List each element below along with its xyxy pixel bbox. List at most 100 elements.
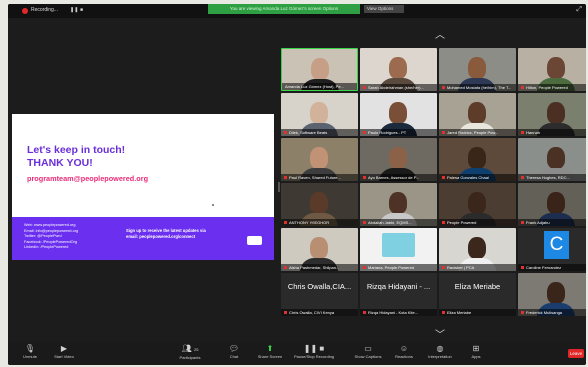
participant-tile[interactable]: People Powered <box>439 183 516 226</box>
participant-name: ANTHONY IYIEGHOR <box>281 219 358 226</box>
participant-name-text: Palesa Gonzales Chaal <box>447 175 489 180</box>
participant-tile[interactable]: Mohamed Mostafa (he/him), The T... <box>439 48 516 91</box>
show-captions-button[interactable]: ▭ Show Captions <box>348 344 388 360</box>
participant-name-text: People Powered <box>447 220 477 225</box>
participant-name-text: Caroline Fernandez <box>526 265 562 270</box>
participant-name: Chris Owalla, CIVI Kenya <box>281 309 358 316</box>
participant-name: Sarah Abdelrahman (she/her)... <box>360 84 437 91</box>
participant-name-text: Ravisher | PCA <box>447 265 475 270</box>
fullscreen-icon[interactable]: ⤢ <box>576 6 582 14</box>
participant-name: Caroline Fernandez <box>518 264 586 271</box>
participant-video <box>547 282 565 304</box>
participants-button[interactable]: 👥︎ 25 Participants <box>170 344 210 361</box>
participant-name-text: Theresa Hughes, RDC... <box>526 175 570 180</box>
globe-icon: ◍ <box>436 344 444 353</box>
muted-mic-icon <box>442 266 445 270</box>
share-screen-button[interactable]: ⬆︎ Share Screen <box>250 344 290 360</box>
contact-list: Web: www.peoplepowered.org Email: info@p… <box>24 223 78 251</box>
muted-mic-icon <box>284 176 287 180</box>
participant-tile[interactable]: Jared Rodrics, People Pow... <box>439 93 516 136</box>
participant-tile[interactable]: Paul Raven, Shared Future... <box>281 138 358 181</box>
participant-tile[interactable]: Rizqa Hidayani - ... Rizqa Hidayani - Ko… <box>360 273 437 316</box>
participant-tile[interactable]: Hannah <box>518 93 586 136</box>
participant-tile[interactable]: Theresa Hughes, RDC... <box>518 138 586 181</box>
participant-tile[interactable]: Frank Adjabu <box>518 183 586 226</box>
participant-name-text: Aisha Pashmedar, Shilpan... <box>289 265 340 270</box>
chevron-down-icon[interactable]: ﹀ <box>435 326 445 341</box>
muted-mic-icon <box>442 311 445 315</box>
chevron-up-icon[interactable]: ︿ <box>435 26 445 41</box>
participant-tile[interactable]: Frederick Mulisanga <box>518 273 586 316</box>
participant-name: Frederick Mulisanga <box>518 309 586 316</box>
leave-button[interactable]: Leave <box>568 349 584 358</box>
view-options-button[interactable]: View Options <box>364 5 404 13</box>
participant-name-text: Hilton, People Powered <box>526 85 568 90</box>
muted-mic-icon <box>521 176 524 180</box>
participant-tile[interactable]: Chris Owalla,CIA... Chris Owalla, CIVI K… <box>281 273 358 316</box>
start-video-button[interactable]: ▶︎ Start Video <box>44 344 84 360</box>
participant-tile[interactable]: C Caroline Fernandez <box>518 228 586 271</box>
pause-stop-recording-label: Pause/Stop Recording <box>294 354 335 359</box>
muted-mic-icon <box>442 176 445 180</box>
participant-name: Jared Rodrics, People Pow... <box>439 129 516 136</box>
muted-mic-icon <box>521 131 524 135</box>
muted-mic-icon <box>442 221 445 225</box>
participant-tile[interactable]: Sarah Abdelrahman (she/her)... <box>360 48 437 91</box>
participant-tile[interactable]: Eliza Meriabe Eliza Meriabe <box>439 273 516 316</box>
participant-name: Mohamed Mostafa (he/him), The T... <box>439 84 516 91</box>
muted-mic-icon <box>521 86 524 90</box>
participant-video <box>389 147 407 169</box>
apps-button[interactable]: ⊞ Apps <box>456 344 496 360</box>
participant-tile[interactable]: Abdallah Jabbi, EQMS... <box>360 183 437 226</box>
participant-name: Ravisher | PCA <box>439 264 516 271</box>
participant-tile[interactable]: Ayo Barnes, Assessor de P... <box>360 138 437 181</box>
participant-name: Mariana, People Powered <box>360 264 437 271</box>
participant-video <box>311 58 329 80</box>
chat-button[interactable]: 💬︎ Chat <box>214 344 254 360</box>
participant-name-text: Eliza Meriabe <box>447 310 472 315</box>
video-camera-icon: ▶︎ <box>60 344 68 353</box>
contact-linkedin: LinkedIn: /PeoplePowered <box>24 245 69 250</box>
zoom-window: Recording... ❚❚ ■ You are viewing Amanda… <box>8 4 586 365</box>
participant-name-text: Sarah Abdelrahman (she/her)... <box>368 85 424 90</box>
reactions-button[interactable]: ☺︎ Reactions <box>384 344 424 360</box>
participant-tile[interactable]: Hilton, People Powered <box>518 48 586 91</box>
participant-display-name: Eliza Meriabe <box>454 282 501 291</box>
participant-name: Frank Adjabu <box>518 219 586 226</box>
participant-video <box>468 147 486 169</box>
stop-icon[interactable]: ■ <box>80 7 83 13</box>
participant-name-text: Ayo Barnes, Assessor de P... <box>368 175 420 180</box>
cursor-dot <box>212 204 214 206</box>
captions-icon: ▭ <box>364 344 372 353</box>
muted-mic-icon <box>284 311 287 315</box>
participant-video <box>310 102 328 124</box>
apps-icon: ⊞ <box>472 344 480 353</box>
participant-tile[interactable]: Paulo Rodrigues - PT <box>360 93 437 136</box>
muted-mic-icon <box>521 266 524 270</box>
participant-name: People Powered <box>439 219 516 226</box>
split-view-handle[interactable] <box>278 182 280 192</box>
participant-tile[interactable]: Mariana, People Powered <box>360 228 437 271</box>
participant-name: Hilton, People Powered <box>518 84 586 91</box>
signup-text: Sign up to receive the latest updates vi… <box>126 228 206 240</box>
participant-tile[interactable]: Amanda Luz Gómez (Host), Pe... <box>281 48 358 91</box>
participant-display-name: Chris Owalla,CIA... <box>287 282 352 291</box>
pause-icon[interactable]: ❚❚ <box>70 7 78 13</box>
screen-share-banner[interactable]: You are viewing Amanda Luz Gómez's scree… <box>208 4 360 14</box>
participant-tile[interactable]: ANTHONY IYIEGHOR <box>281 183 358 226</box>
participant-tile[interactable]: Palesa Gonzales Chaal <box>439 138 516 181</box>
participant-name-text: Dilek, Software Beats <box>289 130 328 135</box>
participant-gallery: Amanda Luz Gómez (Host), Pe... Sarah Abd… <box>281 48 586 320</box>
participant-tile[interactable]: Dilek, Software Beats <box>281 93 358 136</box>
participant-video <box>468 192 486 214</box>
muted-mic-icon <box>363 176 366 180</box>
interpretation-button[interactable]: ◍ Interpretation <box>420 344 460 360</box>
participant-tile[interactable]: Ravisher | PCA <box>439 228 516 271</box>
participant-video <box>389 57 407 79</box>
participant-name-text: Abdallah Jabbi, EQMS... <box>368 220 412 225</box>
participant-video <box>468 237 486 259</box>
pause-stop-recording-button[interactable]: ❚❚ ■ Pause/Stop Recording <box>294 344 334 360</box>
people-powered-logo-icon <box>247 236 262 245</box>
participant-name-text: Mohamed Mostafa (he/him), The T... <box>447 85 512 90</box>
participant-tile[interactable]: Aisha Pashmedar, Shilpan... <box>281 228 358 271</box>
